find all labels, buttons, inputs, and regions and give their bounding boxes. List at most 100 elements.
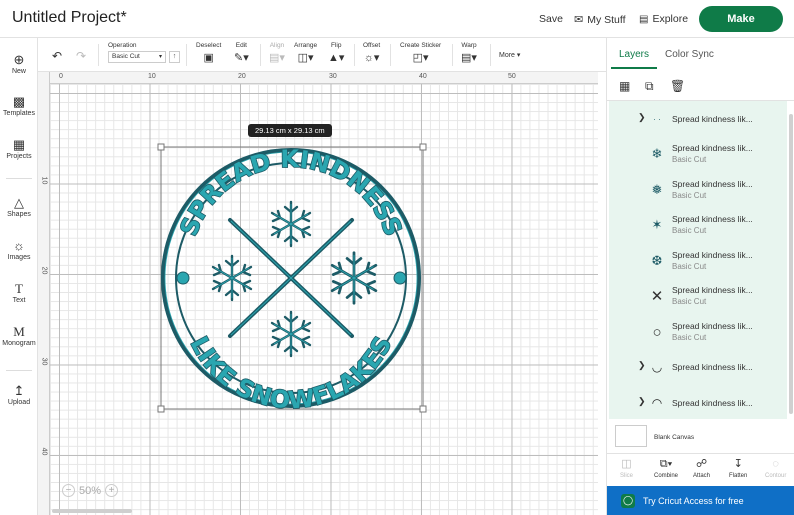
save-button[interactable]: Save <box>539 13 563 25</box>
explore-button[interactable]: ▤ Explore <box>639 13 688 25</box>
design-canvas[interactable]: 0 10 20 30 40 50 10 20 30 40 SPREAD KIND… <box>38 72 598 515</box>
undo-icon[interactable]: ↶ <box>52 49 62 63</box>
layer-row[interactable]: ❯ ◡ Spread kindness lik... <box>609 349 787 385</box>
deselect-button[interactable]: Deselect ▣ <box>196 42 221 65</box>
artwork-svg[interactable]: SPREAD KINDNESS LIKE SNOWFLAKES <box>38 72 598 515</box>
group-icon[interactable]: ▦ <box>619 79 630 93</box>
rail-text[interactable]: T Text <box>0 281 38 304</box>
top-header: Untitled Project* Save ✉ My Stuff ▤ Expl… <box>0 0 794 38</box>
layer-name: Spread kindness lik... <box>672 214 753 224</box>
flatten-button[interactable]: ↧ Flatten <box>729 458 747 479</box>
layer-row[interactable]: ❅ Spread kindness lik... Basic Cut <box>609 172 787 208</box>
layer-row[interactable]: ✶ Spread kindness lik... Basic Cut <box>609 207 787 243</box>
create-sticker-button[interactable]: Create Sticker ◰▾ <box>400 42 441 65</box>
selection-handle[interactable] <box>157 143 165 151</box>
slice-icon: ◫ <box>621 458 632 470</box>
warp-button[interactable]: Warp ▤▾ <box>461 42 477 65</box>
layer-row[interactable]: ❆ Spread kindness lik... Basic Cut <box>609 243 787 279</box>
combine-icon: ⧉▾ <box>659 458 673 470</box>
rail-label: Images <box>7 254 31 261</box>
rail-templates[interactable]: ▩ Templates <box>0 94 38 117</box>
trash-icon[interactable]: 🗑 <box>670 79 685 93</box>
layer-row[interactable]: ❯ · · Spread kindness lik... <box>609 101 787 137</box>
snowflake-left <box>211 254 253 302</box>
circle-icon: ○ <box>652 323 662 341</box>
operation-select[interactable]: Basic Cut ▾ <box>108 51 166 63</box>
arrow-up-icon[interactable]: ↑ <box>169 51 180 63</box>
rail-projects[interactable]: ▦ Projects <box>0 137 38 160</box>
toolbar-divider <box>490 44 491 66</box>
rail-shapes[interactable]: △ Shapes <box>0 195 38 218</box>
snowflake-icon: ❆ <box>651 253 663 268</box>
folder-icon: ▦ <box>12 137 26 152</box>
zoom-in-icon[interactable]: + <box>105 484 119 497</box>
flip-button[interactable]: Flip ▲▾ <box>328 42 344 65</box>
chevron-right-icon[interactable]: ❯ <box>638 360 646 371</box>
horizontal-scrollbar[interactable] <box>52 509 132 513</box>
my-stuff-label: My Stuff <box>587 13 626 26</box>
shapes-icon: △ <box>14 195 24 210</box>
snowflake-icon: ❅ <box>651 182 663 197</box>
align-icon: ▤▾ <box>269 52 285 64</box>
rail-monogram[interactable]: M Monogram <box>0 324 38 347</box>
combine-label: Combine <box>654 473 679 479</box>
flatten-icon: ↧ <box>733 458 743 470</box>
layer-operation: Basic Cut <box>672 262 707 271</box>
toolbar-divider <box>186 44 187 66</box>
rail-new[interactable]: ⊕ New <box>0 52 38 75</box>
snowflake-icon: ✶ <box>651 217 663 232</box>
combine-button[interactable]: ⧉▾ Combine <box>654 458 678 479</box>
layers-panel: Layers Color Sync ▦ ⧉ 🗑 ❯ · · Spread kin… <box>606 38 794 515</box>
layer-row[interactable]: ❯ ◠ Spread kindness lik... <box>609 385 787 419</box>
layer-name: Spread kindness lik... <box>672 250 753 260</box>
slice-label: Slice <box>620 473 634 479</box>
cricut-icon: ◯ <box>621 493 635 508</box>
rail-label: Text <box>12 297 26 304</box>
layer-name: Spread kindness lik... <box>672 398 753 408</box>
contour-button[interactable]: ◌ Contour <box>765 458 786 479</box>
monogram-icon: M <box>13 324 25 339</box>
my-stuff-button[interactable]: ✉ My Stuff <box>574 13 626 27</box>
flip-icon: ▲▾ <box>328 52 345 64</box>
layer-row[interactable]: ✕ Spread kindness lik... Basic Cut <box>609 278 787 314</box>
slice-button[interactable]: ◫ Slice <box>620 458 633 479</box>
text-icon: T <box>15 281 23 296</box>
cricut-access-banner[interactable]: ◯ Try Cricut Access for free <box>607 486 794 515</box>
selection-handle[interactable] <box>157 405 165 413</box>
chevron-right-icon[interactable]: ❯ <box>638 112 646 123</box>
dots-icon: · · <box>653 114 661 124</box>
layer-name: Spread kindness lik... <box>672 362 753 372</box>
tab-color-sync[interactable]: Color Sync <box>665 49 714 60</box>
layer-row[interactable]: ○ Spread kindness lik... Basic Cut <box>609 314 787 350</box>
zoom-out-icon[interactable]: − <box>62 484 75 497</box>
offset-button[interactable]: Offset ☼▾ <box>363 42 380 65</box>
rail-label: Projects <box>6 153 32 160</box>
snowflake-bottom <box>270 310 312 358</box>
redo-icon[interactable]: ↷ <box>76 49 86 63</box>
rail-images[interactable]: ☼ Images <box>0 238 38 261</box>
align-button[interactable]: Align ▤▾ <box>269 42 285 65</box>
tab-layers[interactable]: Layers <box>619 49 649 60</box>
duplicate-icon[interactable]: ⧉ <box>645 79 654 94</box>
arrange-button[interactable]: Arrange ◫▾ <box>294 42 317 65</box>
project-title[interactable]: Untitled Project* <box>12 9 127 27</box>
attach-button[interactable]: ☍ Attach <box>693 458 710 479</box>
panel-scrollbar[interactable] <box>789 114 793 414</box>
chevron-right-icon[interactable]: ❯ <box>638 396 646 407</box>
deselect-icon: ▣ <box>203 52 214 64</box>
layer-row[interactable]: ❄ Spread kindness lik... Basic Cut <box>609 136 787 172</box>
make-button[interactable]: Make <box>699 6 783 32</box>
layer-name: Spread kindness lik... <box>672 114 753 124</box>
rail-label: Upload <box>7 399 31 406</box>
rail-upload[interactable]: ↥ Upload <box>0 383 38 406</box>
warp-label: Warp <box>461 42 477 49</box>
rail-label: Shapes <box>7 211 31 218</box>
upload-icon: ↥ <box>13 383 25 398</box>
blank-canvas-swatch[interactable] <box>615 425 647 447</box>
edit-button[interactable]: Edit ✎▾ <box>234 42 249 65</box>
deselect-label: Deselect <box>196 42 222 49</box>
selection-handle[interactable] <box>419 143 427 151</box>
more-button[interactable]: More ▾ <box>499 51 520 59</box>
selection-handle[interactable] <box>419 405 427 413</box>
layer-name: Spread kindness lik... <box>672 285 753 295</box>
